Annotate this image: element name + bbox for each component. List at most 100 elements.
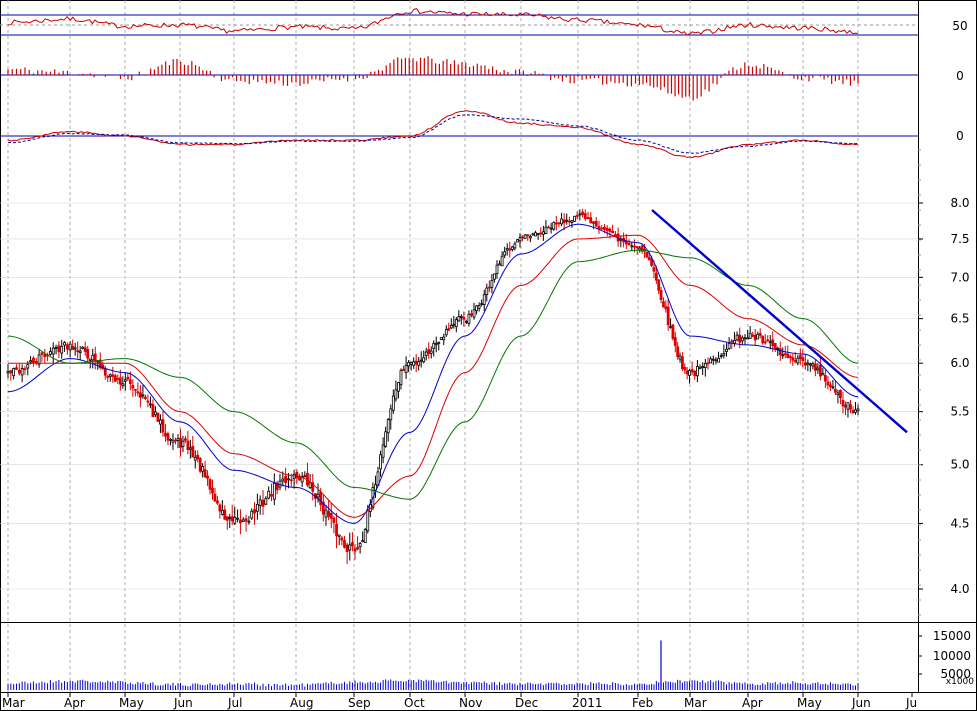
price-candle-body [261, 499, 265, 507]
price-candle-body [740, 337, 744, 342]
price-candle-body [844, 404, 847, 408]
price-candle-body [233, 516, 237, 524]
price-candle-body [17, 370, 21, 374]
price-candle-body [521, 236, 524, 239]
price-candle-body [854, 409, 857, 413]
price-candle-body [627, 242, 631, 246]
price-candle-body [228, 517, 232, 520]
price-candle-body [284, 476, 288, 483]
price-candle-body [191, 446, 195, 458]
price-candle-body [444, 329, 448, 336]
price-candle-body [722, 353, 726, 356]
price-candle-body [169, 438, 172, 441]
price-candle-body [703, 362, 707, 368]
price-candle-body [554, 222, 558, 225]
price-candle-body [518, 237, 522, 242]
price-candle-body [12, 368, 16, 377]
date-tick-label: Apr [742, 696, 763, 710]
price-candle-body [295, 471, 299, 479]
price-candle-body [664, 306, 668, 310]
price-candle-body [464, 321, 468, 323]
price-candle-body [743, 337, 747, 340]
price-candle-body [659, 290, 663, 300]
price-candle-body [414, 360, 418, 365]
price-candle-body [15, 367, 18, 370]
date-tick-label: Nov [459, 696, 482, 710]
price-candle-body [829, 384, 832, 387]
price-candle-body [128, 379, 132, 384]
price-candle-body [813, 363, 817, 371]
price-candle-body [706, 362, 710, 365]
price-candle-body [671, 324, 675, 339]
price-candle-body [753, 335, 757, 341]
price-candle-body [218, 504, 222, 512]
price-candle-body [816, 367, 820, 371]
price-candle-body [386, 419, 390, 434]
price-candle-body [725, 348, 728, 352]
price-candle-body [771, 339, 775, 347]
price-candle-body [575, 214, 579, 217]
price-candle-body [361, 540, 365, 543]
price-candle-body [63, 342, 66, 346]
price-candle-body [184, 438, 187, 441]
price-candle-body [495, 264, 499, 274]
price-candle-body [534, 232, 537, 237]
price-candle-body [161, 419, 165, 433]
price-candle-body [193, 457, 197, 461]
oscillator-line [7, 8, 859, 36]
price-candle-body [303, 475, 307, 478]
price-candle-body [836, 392, 840, 395]
volume-tick-label: 10000 [933, 649, 971, 663]
price-candle-body [324, 509, 328, 518]
price-candle-body [531, 233, 535, 236]
price-candle-body [510, 246, 514, 250]
price-candle-body [801, 357, 805, 362]
price-candle-body [258, 499, 262, 506]
price-candle-body [308, 482, 312, 489]
price-candle-body [669, 326, 672, 328]
price-candle-body [247, 520, 251, 523]
date-tick-label: Mar [2, 696, 25, 710]
price-candle-body [776, 347, 780, 350]
price-candle-body [381, 444, 385, 458]
price-candle-body [498, 263, 501, 266]
date-tick-label: 2011 [572, 696, 603, 710]
price-candle-body [417, 361, 421, 366]
date-tick-label: Oct [404, 696, 425, 710]
price-candle-body [783, 353, 787, 356]
price-candle-body [733, 340, 736, 344]
price-candle-body [570, 220, 574, 223]
price-candle-body [337, 534, 341, 537]
price-tick-label: 6.0 [950, 356, 969, 370]
date-tick-label: Aug [290, 696, 313, 710]
price-candle-body [633, 245, 636, 248]
price-candle-body [523, 234, 527, 239]
price-candle-body [432, 342, 436, 349]
price-candle-body [93, 353, 97, 362]
price-candle-body [477, 305, 481, 309]
price-candle-body [20, 368, 24, 376]
price-candle-body [60, 346, 64, 354]
price-candle-body [188, 447, 192, 450]
price-candle-body [803, 362, 807, 366]
price-candle-body [131, 385, 135, 389]
price-tick-label: 4.0 [950, 582, 969, 596]
price-candle-body [394, 389, 398, 400]
price-candle-body [693, 370, 697, 377]
price-candle-body [818, 364, 822, 377]
price-candle-body [536, 232, 540, 235]
price-candle-body [490, 280, 494, 288]
price-candle-body [255, 504, 259, 512]
price-candle-body [196, 454, 200, 459]
date-tick-label: Ju [905, 696, 917, 710]
price-candle-body [557, 222, 561, 225]
price-candle-body [407, 362, 411, 367]
price-candle-body [379, 454, 382, 470]
price-candle-body [846, 402, 850, 410]
price-candle-body [493, 273, 496, 280]
price-candle-body [442, 336, 446, 341]
price-candle-body [424, 351, 428, 356]
price-candle-body [766, 339, 770, 342]
price-candle-body [23, 368, 27, 371]
price-candle-body [768, 341, 772, 344]
